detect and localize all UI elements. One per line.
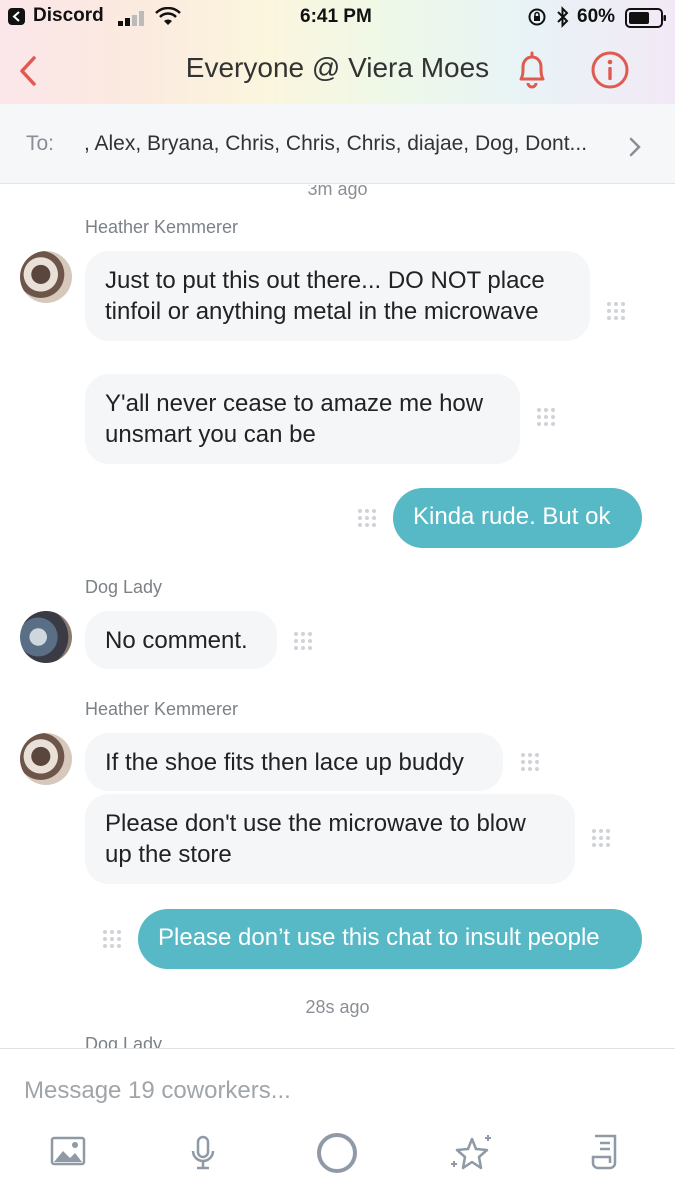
nav-bar: Everyone @ Viera Moes xyxy=(0,34,675,104)
document-icon[interactable] xyxy=(590,1133,624,1171)
recipients-list: , Alex, Bryana, Chris, Chris, Chris, dia… xyxy=(84,132,588,155)
image-icon[interactable] xyxy=(50,1135,86,1167)
wifi-icon xyxy=(155,7,181,25)
info-icon[interactable] xyxy=(590,50,630,90)
drag-handle-icon[interactable] xyxy=(536,407,556,427)
outgoing-message-bubble[interactable]: Please don’t use this chat to insult peo… xyxy=(138,909,642,969)
message-bubble[interactable]: Y'all never cease to amaze me how unsmar… xyxy=(85,374,520,464)
avatar[interactable] xyxy=(20,611,72,663)
message-bubble[interactable]: Please don't use the microwave to blow u… xyxy=(85,794,575,884)
message-composer: Message 19 coworkers... xyxy=(0,1048,675,1200)
header-area: Discord 6:41 PM 60% Everyone @ Viera Moe… xyxy=(0,0,675,104)
sparkle-star-icon[interactable] xyxy=(450,1133,494,1173)
avatar[interactable] xyxy=(20,733,72,785)
avatar[interactable] xyxy=(20,251,72,303)
message-feed[interactable]: 3m ago Heather Kemmerer Just to put this… xyxy=(0,185,675,1048)
status-app-name[interactable]: Discord xyxy=(33,5,104,27)
drag-handle-icon[interactable] xyxy=(520,752,540,772)
message-input[interactable]: Message 19 coworkers... xyxy=(24,1077,291,1105)
recipients-label: To: xyxy=(26,132,55,155)
drag-handle-icon[interactable] xyxy=(293,631,313,651)
outgoing-message-bubble[interactable]: Kinda rude. But ok xyxy=(393,488,642,548)
drag-handle-icon[interactable] xyxy=(591,828,611,848)
status-bar: Discord 6:41 PM 60% xyxy=(0,0,675,34)
rotation-lock-icon xyxy=(528,8,546,26)
bell-icon[interactable] xyxy=(513,50,551,90)
timestamp: 3m ago xyxy=(307,185,368,199)
message-bubble[interactable]: Just to put this out there... DO NOT pla… xyxy=(85,251,590,341)
timestamp: 28s ago xyxy=(305,997,370,1017)
sender-name: Dog Lady xyxy=(85,577,163,597)
drag-handle-icon[interactable] xyxy=(357,508,377,528)
battery-percent: 60% xyxy=(577,6,616,27)
message-bubble[interactable]: No comment. xyxy=(85,611,277,669)
chevron-right-icon[interactable] xyxy=(628,136,642,158)
sender-name: Heather Kemmerer xyxy=(85,217,239,237)
signal-icon xyxy=(118,11,144,26)
drag-handle-icon[interactable] xyxy=(102,929,122,949)
battery-icon xyxy=(625,8,666,28)
page-title: Everyone @ Viera Moes xyxy=(185,52,490,83)
message-bubble[interactable]: If the shoe fits then lace up buddy xyxy=(85,733,503,791)
sender-name: Dog Lady xyxy=(85,1034,163,1048)
bluetooth-icon xyxy=(557,6,569,28)
back-to-app-icon[interactable] xyxy=(8,8,25,25)
status-time: 6:41 PM xyxy=(300,6,372,27)
microphone-icon[interactable] xyxy=(190,1135,216,1171)
circle-icon[interactable] xyxy=(315,1131,359,1175)
drag-handle-icon[interactable] xyxy=(606,301,626,321)
sender-name: Heather Kemmerer xyxy=(85,699,239,719)
recipients-bar[interactable]: To: , Alex, Bryana, Chris, Chris, Chris,… xyxy=(0,104,675,184)
